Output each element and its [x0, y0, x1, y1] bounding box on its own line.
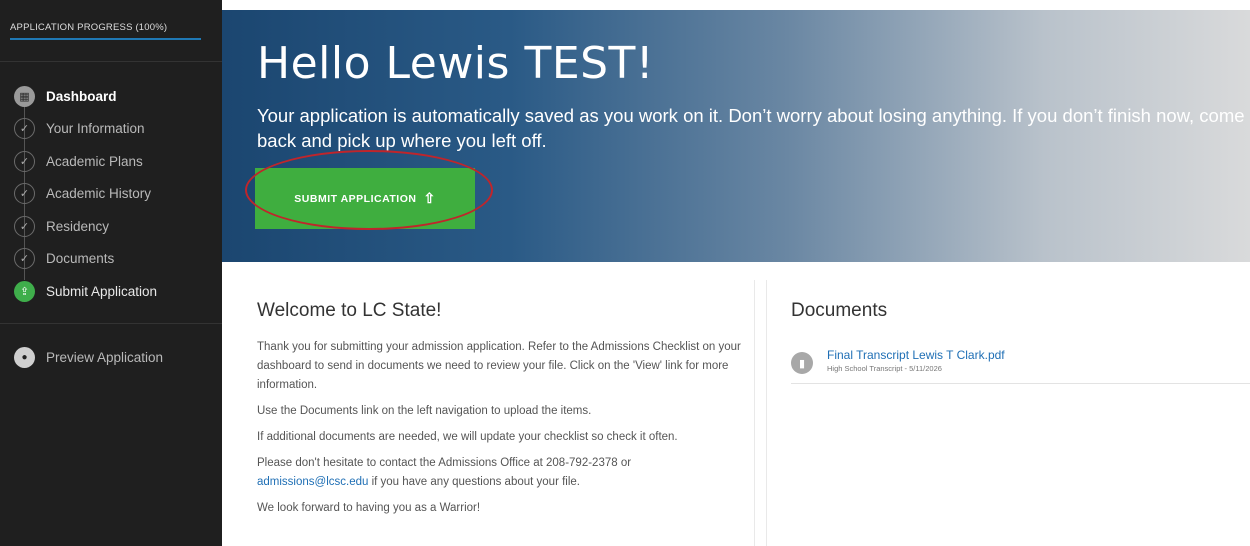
check-icon: ✓	[14, 215, 35, 237]
admissions-email-link[interactable]: admissions@lcsc.edu	[257, 476, 368, 488]
sidebar-item-academic-history[interactable]: ✓ Academic History	[0, 178, 222, 211]
document-link[interactable]: Final Transcript Lewis T Clark.pdf	[827, 348, 1005, 362]
check-icon: ✓	[14, 183, 35, 205]
sidebar-item-dashboard[interactable]: ▦ Dashboard	[0, 80, 222, 113]
sidebar-item-label: Submit Application	[46, 283, 158, 299]
document-icon: ▮	[791, 352, 813, 374]
sidebar-item-preview-application[interactable]: ● Preview Application	[0, 341, 222, 374]
sidebar-item-residency[interactable]: ✓ Residency	[0, 210, 222, 243]
contact-text: Please don't hesitate to contact the Adm…	[257, 457, 632, 469]
sidebar-item-label: Academic Plans	[46, 153, 143, 169]
sidebar-item-label: Preview Application	[46, 349, 164, 365]
sidebar-item-label: Documents	[46, 251, 115, 267]
sidebar-divider	[0, 323, 222, 324]
sidebar-item-your-information[interactable]: ✓ Your Information	[0, 113, 222, 146]
sidebar-divider	[0, 61, 222, 62]
sidebar-item-documents[interactable]: ✓ Documents	[0, 243, 222, 276]
welcome-paragraph: Thank you for submitting your admission …	[257, 341, 741, 391]
documents-card: Documents ▮ Final Transcript Lewis T Cla…	[766, 280, 1250, 546]
dashboard-icon: ▦	[14, 85, 35, 107]
check-icon: ✓	[14, 248, 35, 270]
sidebar-nav: ▦ Dashboard ✓ Your Information ✓ Academi…	[0, 80, 222, 308]
contact-text-after: if you have any questions about your fil…	[368, 476, 580, 488]
sidebar-item-label: Residency	[46, 218, 110, 234]
welcome-contact-paragraph: Please don't hesitate to contact the Adm…	[257, 454, 742, 492]
sidebar-item-label: Academic History	[46, 186, 152, 202]
welcome-title: Welcome to LC State!	[257, 300, 442, 321]
page-title: Hello Lewis TEST!	[257, 38, 655, 89]
sidebar: APPLICATION PROGRESS (100%) ▦ Dashboard …	[0, 0, 222, 546]
eye-icon: ●	[14, 346, 35, 368]
upload-icon: ⇪	[14, 280, 35, 302]
document-subtitle: High School Transcript - 5/11/2026	[827, 364, 942, 373]
progress-label: APPLICATION PROGRESS (100%)	[10, 22, 168, 33]
sidebar-item-label: Dashboard	[46, 88, 117, 104]
progress-bar-fill	[10, 38, 201, 40]
hero-message: Your application is automatically saved …	[257, 105, 1245, 151]
check-icon: ✓	[14, 118, 35, 140]
welcome-paragraph: We look forward to having you as a Warri…	[257, 502, 481, 514]
check-icon: ✓	[14, 150, 35, 172]
progress-bar	[10, 38, 201, 40]
sidebar-item-submit-application[interactable]: ⇪ Submit Application	[0, 275, 222, 308]
annotation-ellipse	[245, 150, 493, 230]
welcome-paragraph: If additional documents are needed, we w…	[257, 431, 678, 443]
sidebar-item-academic-plans[interactable]: ✓ Academic Plans	[0, 145, 222, 178]
welcome-card: Welcome to LC State! Thank you for submi…	[236, 280, 755, 546]
welcome-paragraph: Use the Documents link on the left navig…	[257, 405, 592, 417]
document-list-item: ▮ Final Transcript Lewis T Clark.pdf Hig…	[791, 348, 1250, 384]
sidebar-item-label: Your Information	[46, 121, 145, 137]
documents-title: Documents	[791, 300, 888, 321]
